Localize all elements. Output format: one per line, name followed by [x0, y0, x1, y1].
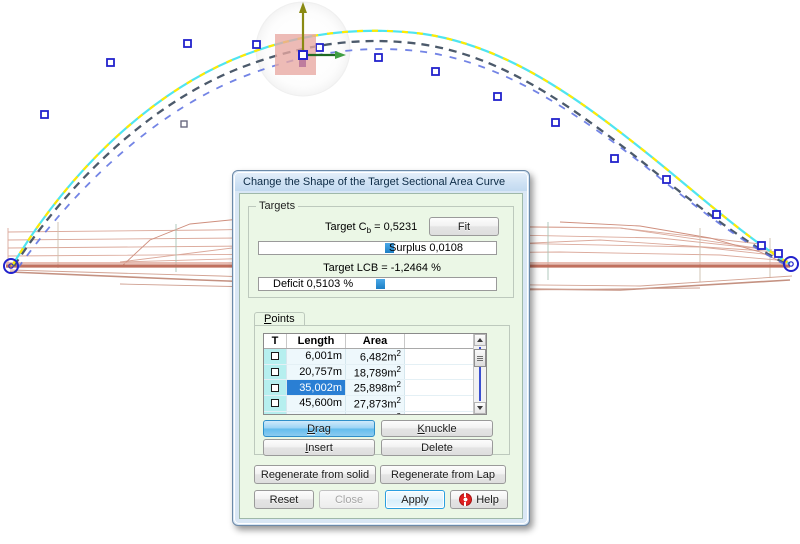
- dialog-title: Change the Shape of the Target Sectional…: [243, 176, 506, 188]
- area-unit-exponent: 2: [397, 412, 401, 414]
- col-header-length[interactable]: Length: [286, 334, 346, 349]
- row-type-cell[interactable]: [264, 411, 287, 414]
- drag-button[interactable]: Drag: [263, 420, 375, 437]
- surplus-slider[interactable]: Surplus 0,0108: [258, 241, 497, 255]
- regenerate-from-solid-label: Regenerate from solid: [260, 468, 370, 481]
- cell-area[interactable]: 24,282m2: [345, 411, 405, 414]
- gizmo-origin-handle[interactable]: [298, 50, 308, 60]
- reset-button-label: Reset: [269, 493, 299, 506]
- scrollbar-thumb[interactable]: [474, 349, 486, 367]
- curve-end-endpoint[interactable]: [783, 256, 799, 272]
- insert-button[interactable]: Insert: [263, 439, 375, 456]
- col-header-area[interactable]: Area: [345, 334, 405, 349]
- row-type-cell[interactable]: [264, 379, 287, 396]
- cell-filler: [404, 379, 478, 396]
- cell-length[interactable]: 6,001m: [286, 348, 346, 365]
- change-target-sectional-area-curve-dialog[interactable]: Change the Shape of the Target Sectional…: [232, 170, 530, 526]
- knuckle-button-accel: K: [417, 422, 425, 435]
- reset-button[interactable]: Reset: [254, 490, 314, 509]
- points-tab-page: T Length Area 6,001m 6,482m2 20,757m 18,789…: [254, 325, 510, 456]
- cell-length[interactable]: 45,600m: [286, 395, 346, 412]
- targets-groupbox-legend: Targets: [256, 200, 299, 212]
- points-table: T Length Area 6,001m 6,482m2 20,757m 18,789…: [264, 334, 478, 414]
- points-table-header-row: T Length Area: [264, 334, 478, 349]
- regenerate-from-lap-label: Regenerate from Lap: [391, 468, 495, 481]
- cell-area[interactable]: 25,898m2: [345, 379, 405, 396]
- row-type-cell[interactable]: [264, 395, 287, 412]
- cell-filler: [404, 395, 478, 412]
- point-marker-icon: [271, 399, 279, 408]
- fit-button[interactable]: Fit: [429, 217, 499, 236]
- cell-filler: [404, 348, 478, 365]
- table-row[interactable]: 59,502m24,282m2: [264, 411, 478, 414]
- deficit-slider[interactable]: Deficit 0,5103 %: [258, 277, 497, 291]
- close-button: Close: [319, 490, 379, 509]
- dialog-client-area: Targets Target Cb = 0,5231 Fit Surplus 0…: [239, 193, 523, 519]
- points-table-body: 6,001m 6,482m2 20,757m 18,789m2 35,002m 25,89…: [264, 348, 478, 414]
- area-unit-exponent: 2: [396, 349, 401, 358]
- target-cb-label: Target Cb = 0,5231: [325, 221, 418, 236]
- arrow-down-icon: [477, 406, 483, 410]
- cell-area[interactable]: 27,873m2: [345, 395, 405, 412]
- fit-button-label: Fit: [457, 220, 471, 233]
- drag-button-accel: D: [307, 422, 316, 435]
- tab-points-label-rest: oints: [271, 313, 295, 325]
- close-button-label: Close: [334, 493, 364, 506]
- points-grid[interactable]: T Length Area 6,001m 6,482m2 20,757m 18,789…: [263, 333, 487, 415]
- area-unit-exponent: 2: [396, 364, 401, 374]
- help-button[interactable]: Help: [450, 490, 508, 509]
- surplus-slider-label: Surplus 0,0108: [389, 242, 463, 254]
- point-marker-icon: [271, 352, 279, 361]
- row-type-cell[interactable]: [264, 348, 287, 365]
- table-row[interactable]: 35,002m 25,898m2: [264, 379, 478, 396]
- regenerate-from-solid-button[interactable]: Regenerate from solid: [254, 465, 376, 484]
- cell-area[interactable]: 18,789m2: [345, 364, 405, 381]
- scroll-up-button[interactable]: [474, 334, 486, 346]
- area-unit-exponent: 2: [396, 380, 401, 390]
- cell-area[interactable]: 6,482m2: [345, 348, 405, 365]
- table-row[interactable]: 6,001m 6,482m2: [264, 348, 478, 365]
- help-button-label: Help: [476, 493, 499, 506]
- dialog-title-bar[interactable]: Change the Shape of the Target Sectional…: [235, 173, 527, 191]
- delete-button-label: Delete: [421, 441, 453, 454]
- delete-button[interactable]: Delete: [381, 439, 493, 456]
- cell-filler: [404, 364, 478, 381]
- apply-button-label: Apply: [401, 493, 429, 506]
- gizmo-secondary-handle[interactable]: [299, 60, 306, 67]
- apply-button[interactable]: Apply: [385, 490, 445, 509]
- table-row[interactable]: 20,757m 18,789m2: [264, 364, 478, 381]
- col-header-t[interactable]: T: [264, 334, 287, 349]
- point-marker-icon: [271, 383, 279, 392]
- scroll-down-button[interactable]: [474, 402, 486, 414]
- col-header-filler: [404, 334, 478, 349]
- table-row[interactable]: 45,600m 27,873m2: [264, 395, 478, 412]
- actual-curve-vertex[interactable]: [180, 120, 188, 128]
- regenerate-from-lap-button[interactable]: Regenerate from Lap: [380, 465, 506, 484]
- deficit-slider-label: Deficit 0,5103 %: [273, 278, 354, 290]
- tab-strip: Points: [254, 312, 510, 327]
- lifering-icon: [459, 493, 473, 506]
- cell-length[interactable]: 20,757m: [286, 364, 346, 381]
- cell-filler: [404, 411, 478, 414]
- cell-length[interactable]: 59,502m: [286, 411, 346, 414]
- knuckle-button[interactable]: Knuckle: [381, 420, 493, 437]
- area-unit-exponent: 2: [396, 395, 401, 405]
- target-lcb-label: Target LCB = -1,2464 %: [323, 262, 441, 274]
- row-type-cell[interactable]: [264, 364, 287, 381]
- cell-length[interactable]: 35,002m: [286, 379, 346, 396]
- points-grid-scrollbar[interactable]: [473, 334, 486, 414]
- deficit-slider-thumb[interactable]: [375, 279, 385, 289]
- targets-groupbox: Targets Target Cb = 0,5231 Fit Surplus 0…: [248, 200, 514, 298]
- point-marker-icon: [271, 368, 279, 377]
- arrow-up-icon: [477, 338, 483, 342]
